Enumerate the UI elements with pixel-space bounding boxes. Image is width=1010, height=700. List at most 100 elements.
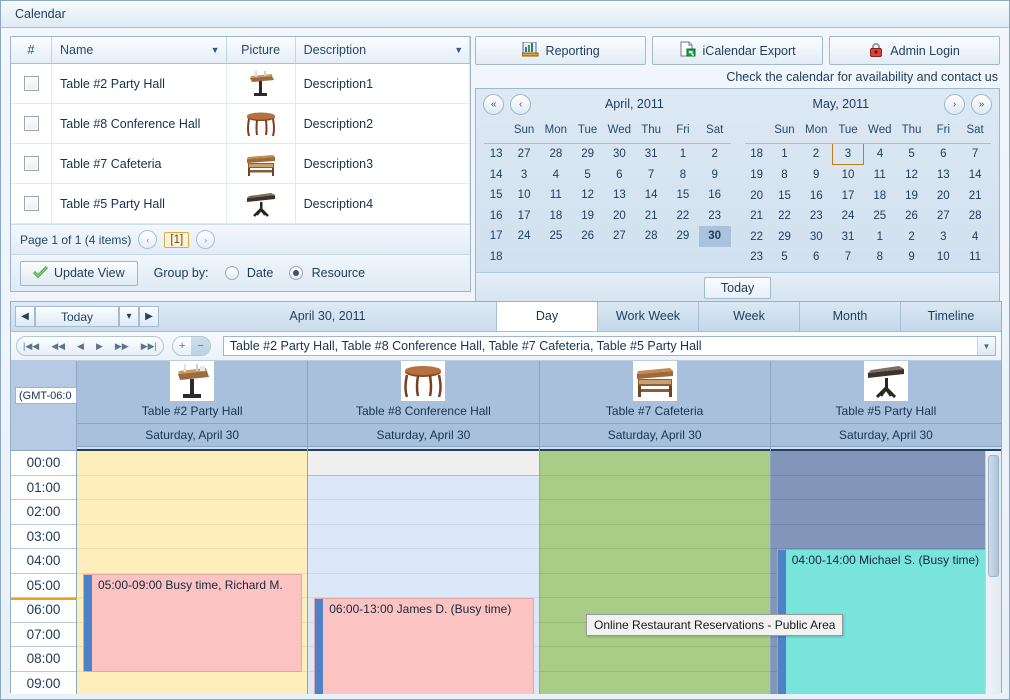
time-slot[interactable]: 05:00 <box>11 574 76 599</box>
day-cell[interactable]: 4 <box>540 165 572 186</box>
row-checkbox[interactable] <box>24 76 39 91</box>
prev-day-button[interactable]: ◀ <box>15 306 35 327</box>
day-cell[interactable]: 6 <box>603 165 635 186</box>
day-cell[interactable]: 22 <box>769 206 801 227</box>
time-slot[interactable]: 00:00 <box>11 451 76 476</box>
day-cell[interactable]: 17 <box>832 186 864 207</box>
day-cell[interactable]: 29 <box>667 226 699 247</box>
day-cell[interactable]: 10 <box>508 185 540 206</box>
day-cell[interactable]: 15 <box>769 186 801 207</box>
day-cell[interactable]: 27 <box>927 206 959 227</box>
day-cell[interactable]: 12 <box>572 185 604 206</box>
resource-selector[interactable]: Table #2 Party Hall, Table #8 Conference… <box>223 336 996 356</box>
day-cell[interactable]: 14 <box>635 185 667 206</box>
day-cell[interactable] <box>603 247 635 268</box>
group-by-resource-option[interactable]: Resource <box>289 266 365 281</box>
chevron-down-icon[interactable]: ▼ <box>977 337 995 355</box>
zoom-in-button[interactable]: + <box>173 337 191 355</box>
first-page-button[interactable]: |◀◀ <box>17 337 45 355</box>
day-cell[interactable]: 9 <box>800 165 832 186</box>
filter-icon[interactable]: ▼ <box>454 45 463 55</box>
table-row[interactable]: Table #2 Party Hall Description1 <box>11 64 470 104</box>
event-block[interactable]: 06:00-13:00 James D. (Busy time) <box>314 598 533 694</box>
day-cell[interactable]: 1 <box>864 227 896 248</box>
day-cell[interactable]: 10 <box>832 165 864 186</box>
tab-work-week[interactable]: Work Week <box>597 302 698 331</box>
row-checkbox[interactable] <box>24 116 39 131</box>
next-page-button[interactable]: ▶▶ <box>109 337 135 355</box>
day-cell[interactable] <box>699 247 731 268</box>
pager-next-button[interactable]: › <box>196 230 215 249</box>
time-slot[interactable]: 06:00 <box>11 598 76 623</box>
day-cell[interactable]: 26 <box>572 226 604 247</box>
day-cell[interactable]: 11 <box>540 185 572 206</box>
day-cell[interactable]: 12 <box>896 165 928 186</box>
day-cell[interactable]: 29 <box>769 227 801 248</box>
time-slot[interactable]: 03:00 <box>11 525 76 550</box>
day-cell[interactable]: 24 <box>508 226 540 247</box>
zoom-out-button[interactable]: − <box>191 337 209 355</box>
day-cell[interactable]: 6 <box>927 144 959 165</box>
day-cell[interactable]: 27 <box>603 226 635 247</box>
day-cell[interactable]: 19 <box>572 206 604 227</box>
day-cell[interactable]: 23 <box>699 206 731 227</box>
day-column-4[interactable]: 04:00-14:00 Michael S. (Busy time) <box>771 451 1001 694</box>
day-cell[interactable]: 8 <box>769 165 801 186</box>
day-cell[interactable]: 5 <box>896 144 928 165</box>
last-page-button[interactable]: ▶▶| <box>135 337 163 355</box>
admin-login-button[interactable]: Admin Login <box>829 36 1000 65</box>
tab-day[interactable]: Day <box>496 302 597 331</box>
event-block[interactable]: 05:00-09:00 Busy time, Richard M. <box>83 574 302 672</box>
day-cell[interactable]: 19 <box>896 186 928 207</box>
day-cell[interactable]: 25 <box>540 226 572 247</box>
day-cell[interactable]: 31 <box>635 144 667 165</box>
next-day-button[interactable]: ▶ <box>139 306 159 327</box>
column-header-picture[interactable]: Picture <box>226 37 295 64</box>
day-cell[interactable]: 7 <box>959 144 991 165</box>
row-select-cell[interactable] <box>11 144 52 184</box>
row-select-cell[interactable] <box>11 184 52 224</box>
day-cell[interactable]: 21 <box>959 186 991 207</box>
tab-month[interactable]: Month <box>799 302 900 331</box>
day-cell[interactable]: 1 <box>769 144 801 165</box>
day-cell[interactable]: 13 <box>603 185 635 206</box>
tab-timeline[interactable]: Timeline <box>900 302 1001 331</box>
day-cell[interactable]: 4 <box>864 144 896 165</box>
row-checkbox[interactable] <box>24 196 39 211</box>
group-by-date-option[interactable]: Date <box>225 266 274 281</box>
day-cell[interactable]: 9 <box>896 247 928 268</box>
time-slot[interactable]: 09:00 <box>11 672 76 695</box>
day-cell[interactable]: 5 <box>769 247 801 268</box>
tab-week[interactable]: Week <box>698 302 799 331</box>
day-cell[interactable]: 18 <box>540 206 572 227</box>
day-cell-selected[interactable]: 3 <box>832 144 864 165</box>
day-cell[interactable]: 27 <box>508 144 540 165</box>
icalendar-export-button[interactable]: iCalendar Export <box>652 36 823 65</box>
day-cell[interactable]: 23 <box>800 206 832 227</box>
day-cell-today[interactable]: 30 <box>699 226 731 247</box>
time-slot[interactable]: 02:00 <box>11 500 76 525</box>
radio-resource[interactable] <box>289 266 303 280</box>
day-cell[interactable]: 5 <box>572 165 604 186</box>
day-cell[interactable]: 3 <box>508 165 540 186</box>
day-cell[interactable]: 21 <box>635 206 667 227</box>
day-cell[interactable] <box>508 247 540 268</box>
day-cell[interactable]: 13 <box>927 165 959 186</box>
day-cell[interactable]: 8 <box>864 247 896 268</box>
day-cell[interactable]: 3 <box>927 227 959 248</box>
reporting-button[interactable]: Reporting <box>475 36 646 65</box>
day-cell[interactable]: 25 <box>864 206 896 227</box>
radio-date[interactable] <box>225 266 239 280</box>
day-cell[interactable] <box>572 247 604 268</box>
day-cell[interactable]: 26 <box>896 206 928 227</box>
update-view-button[interactable]: Update View <box>20 261 138 286</box>
day-cell[interactable]: 6 <box>800 247 832 268</box>
first-month-button[interactable]: « <box>483 94 504 115</box>
day-cell[interactable]: 28 <box>540 144 572 165</box>
pager-current-page[interactable]: [1] <box>164 232 189 248</box>
day-cell[interactable]: 28 <box>635 226 667 247</box>
today-button[interactable]: Today <box>704 277 771 299</box>
table-row[interactable]: Table #7 Cafeteria Description3 <box>11 144 470 184</box>
day-cell[interactable]: 18 <box>864 186 896 207</box>
today-nav-button[interactable]: Today <box>35 306 119 327</box>
